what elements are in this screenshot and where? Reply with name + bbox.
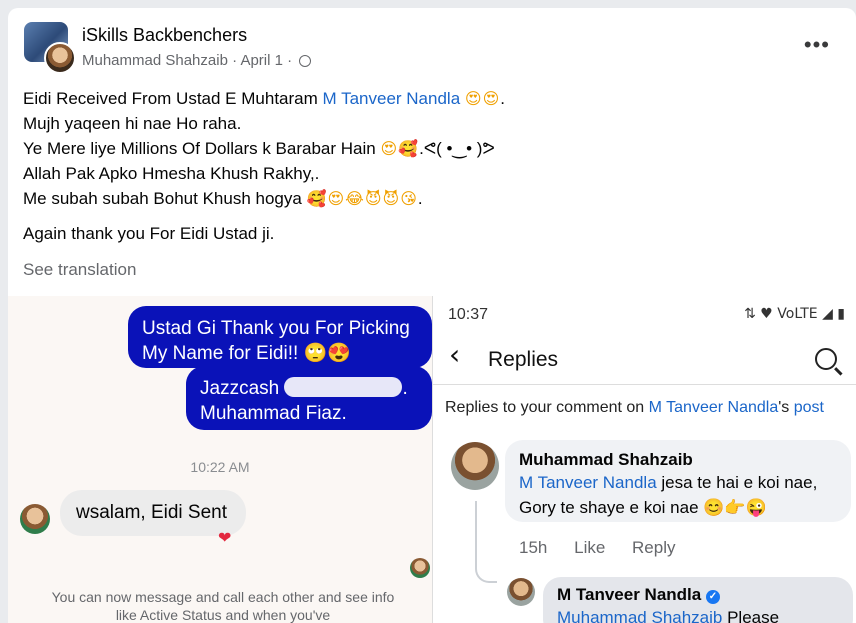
emoji: 😍🥰 [380,139,420,158]
post-date[interactable]: April 1 [240,52,283,69]
commenter-avatar [451,442,499,490]
comment-text: M Tanveer Nandla jesa te hai e koi nae, … [519,473,818,517]
comment-bubble: Muhammad Shahzaib M Tanveer Nandla jesa … [505,440,851,522]
mention-link[interactable]: M Tanveer Nandla [323,89,461,108]
group-name[interactable]: iSkills Backbenchers [82,25,247,46]
post-meta: Muhammad Shahzaib · April 1 · [82,52,312,69]
reply-author: M Tanveer Nandla [557,585,702,604]
verified-badge-icon: ✓ [705,590,720,604]
chat-info-text: You can now message and call each other … [51,589,395,623]
divider [433,384,856,385]
back-arrow-icon: ‹ [449,338,461,371]
redacted-number [284,377,403,397]
like-button: Like [574,538,606,557]
comment-actions: 15h Like Reply [519,538,698,558]
search-icon [815,348,837,370]
post-line: Mujh yaqeen hi nae Ho raha. [23,114,242,133]
status-time: 10:37 [448,306,489,323]
more-options-button[interactable]: ••• [804,32,830,58]
post-card: iSkills Backbenchers Muhammad Shahzaib ·… [8,8,856,623]
sent-message: Ustad Gi Thank you For Picking My Name f… [128,306,432,368]
chat-screenshot: Ustad Gi Thank you For Picking My Name f… [8,296,432,623]
post-line: Eidi Received From Ustad E Muhtaram M Ta… [23,89,505,108]
post-body: Eidi Received From Ustad E Muhtaram M Ta… [23,86,843,246]
replies-context: Replies to your comment on M Tanveer Nan… [445,399,824,416]
status-icons: ⇅ ♥ VoLTE ◢ ▮ [744,306,845,322]
emoji: 🥰😍😂😈😈😘 [306,189,418,208]
author-name[interactable]: Muhammad Shahzaib [82,52,228,69]
post-line: Ye Mere liye Millions Of Dollars k Barab… [23,139,495,158]
comment-author: Muhammad Shahzaib [519,450,693,469]
see-translation-link[interactable]: See translation [23,260,136,280]
sent-message: Jazzcash . Muhammad Fiaz. [186,366,432,430]
page-title: Replies [488,348,559,371]
message-timestamp: 10:22 AM [190,459,250,475]
reply-text: Muhammad Shahzaib Please [557,608,780,623]
post-line: Again thank you For Eidi Ustad ji. [23,224,275,243]
sender-avatar [20,504,50,534]
post-line: Me subah subah Bohut Khush hogya 🥰😍😂😈😈😘. [23,189,423,208]
globe-icon [299,55,312,67]
author-avatar[interactable] [44,42,76,74]
comment-time: 15h [519,538,548,557]
seen-avatar [410,558,430,578]
thread-line [475,501,497,583]
replier-avatar [507,578,535,606]
reply-bubble: M Tanveer Nandla ✓ Muhammad Shahzaib Ple… [543,577,853,623]
reply-button: Reply [632,538,676,557]
emoji: 😍😍 [464,89,501,108]
post-line: Allah Pak Apko Hmesha Khush Rakhy,. [23,164,320,183]
replies-screenshot: 10:37 ⇅ ♥ VoLTE ◢ ▮ ‹ Replies Replies to… [432,296,856,623]
heart-reaction-icon: ❤ [218,528,232,547]
